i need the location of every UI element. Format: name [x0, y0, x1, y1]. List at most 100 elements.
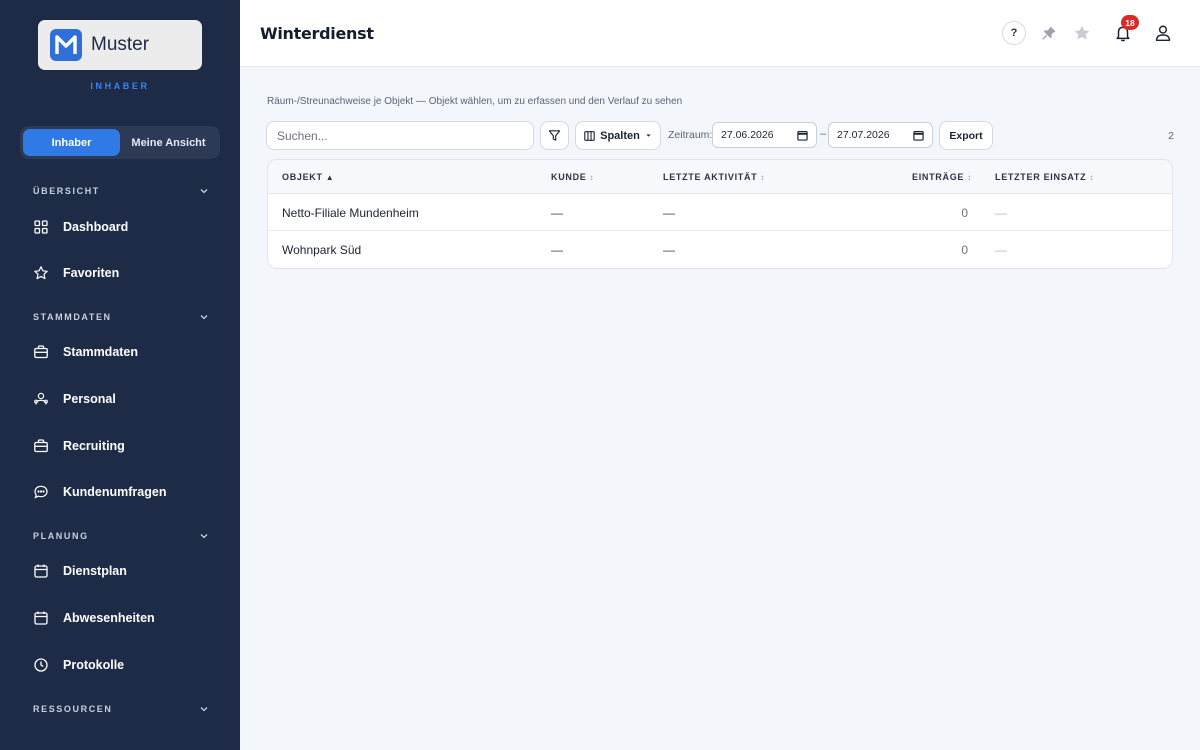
top-header: Winterdienst ? 18 [240, 0, 1200, 67]
objects-table: OBJEKT ▲ KUNDE ↕ LETZTE AKTIVITÄT ↕ EINT… [267, 159, 1173, 269]
sidebar-item-label: Protokolle [63, 658, 125, 672]
cell-object: Wohnpark Süd [282, 243, 362, 257]
columns-button[interactable]: Spalten [575, 121, 661, 150]
date-range-label: Zeitraum: [668, 129, 713, 141]
help-button[interactable]: ? [1002, 21, 1026, 45]
sort-icon: ↕ [760, 172, 765, 182]
logo-text: Muster [91, 34, 150, 55]
section-planning[interactable]: PLANUNG [33, 531, 209, 541]
chevron-down-icon [200, 707, 208, 712]
column-header-customer[interactable]: KUNDE ↕ [551, 172, 594, 182]
column-header-label: OBJEKT [282, 172, 323, 182]
sidebar-item-stammdaten[interactable]: Stammdaten [33, 342, 138, 362]
section-overview[interactable]: ÜBERSICHT [33, 186, 209, 196]
cell-customer: — [551, 243, 563, 257]
favorite-button[interactable] [1070, 21, 1094, 45]
sidebar-item-label: Kundenumfragen [63, 485, 167, 499]
briefcase-icon [34, 439, 48, 453]
star-icon [1074, 25, 1090, 40]
chevron-down-icon [200, 189, 208, 194]
star-icon [34, 266, 48, 280]
view-option-my-view[interactable]: Meine Ansicht [120, 129, 217, 156]
sidebar-item-surveys[interactable]: Kundenumfragen [33, 482, 166, 502]
sort-icon: ↕ [1089, 172, 1094, 182]
pin-button[interactable] [1037, 21, 1061, 45]
chat-icon [34, 485, 48, 499]
sidebar-item-label: Recruiting [63, 439, 125, 453]
pin-icon [1042, 26, 1056, 40]
table-header: OBJEKT ▲ KUNDE ↕ LETZTE AKTIVITÄT ↕ EINT… [268, 160, 1172, 194]
search-input[interactable] [266, 121, 534, 150]
columns-button-label: Spalten [600, 129, 640, 142]
sort-icon: ↕ [589, 172, 594, 182]
column-header-label: KUNDE [551, 172, 587, 182]
view-switch: Inhaber Meine Ansicht [20, 126, 220, 159]
section-resources[interactable]: RESSOURCEN [33, 704, 209, 714]
grid-icon [34, 220, 48, 234]
cell-entries: 0 [961, 243, 968, 257]
table-row[interactable]: Wohnpark Süd — — 0 — [268, 231, 1172, 268]
cell-last-deployment: — [995, 206, 1007, 220]
sidebar-item-label: Stammdaten [63, 345, 139, 359]
date-from-input[interactable]: 27.06.2026 [712, 122, 817, 148]
column-header-last-activity[interactable]: LETZTE AKTIVITÄT ↕ [663, 172, 764, 182]
sidebar-item-recruiting[interactable]: Recruiting [33, 436, 125, 456]
sidebar-item-label: Dienstplan [63, 564, 127, 578]
column-header-label: LETZTE AKTIVITÄT [663, 172, 758, 182]
users-icon [34, 392, 48, 405]
sidebar-item-absences[interactable]: Abwesenheiten [33, 608, 155, 628]
cell-last-deployment: — [995, 243, 1007, 257]
sidebar-item-label: Abwesenheiten [63, 611, 155, 625]
user-icon [1155, 25, 1171, 42]
cell-customer: — [551, 206, 563, 220]
filter-icon [548, 130, 561, 141]
column-header-last-deployment[interactable]: LETZTER EINSATZ ↕ [995, 172, 1093, 182]
sidebar-item-favorites[interactable]: Favoriten [33, 263, 119, 283]
cell-object: Netto-Filiale Mundenheim [282, 206, 419, 220]
role-label: INHABER [90, 81, 150, 91]
date-separator: – [820, 128, 827, 140]
date-to-value: 27.07.2026 [837, 129, 890, 141]
chevron-down-icon [200, 534, 208, 539]
date-to-input[interactable]: 27.07.2026 [828, 122, 933, 148]
cell-last-activity: — [663, 243, 675, 257]
export-button[interactable]: Export [939, 121, 993, 150]
columns-icon [584, 130, 595, 141]
notification-badge: 18 [1121, 15, 1139, 30]
section-label: PLANUNG [33, 531, 89, 541]
logo[interactable]: Muster [38, 20, 202, 70]
clock-icon [34, 658, 48, 672]
column-header-entries[interactable]: EINTRÄGE ↕ [912, 172, 971, 182]
calendar-icon [34, 611, 48, 625]
sort-asc-icon: ▲ [325, 172, 334, 182]
user-menu-button[interactable] [1151, 21, 1175, 45]
sidebar: Muster INHABER Inhaber Meine Ansicht ÜBE… [0, 0, 240, 750]
sidebar-item-personal[interactable]: Personal [33, 389, 116, 409]
chevron-down-icon [200, 315, 208, 320]
calendar-picker-icon[interactable] [797, 130, 808, 141]
sidebar-item-label: Favoriten [63, 266, 120, 280]
calendar-picker-icon[interactable] [913, 130, 924, 141]
cell-last-activity: — [663, 206, 675, 220]
view-option-owner[interactable]: Inhaber [23, 129, 120, 156]
filter-button[interactable] [540, 121, 569, 150]
section-master-data[interactable]: STAMMDATEN [33, 312, 209, 322]
page-subtitle: Räum-/Streunachweise je Objekt — Objekt … [267, 96, 683, 107]
sidebar-item-dienstplan[interactable]: Dienstplan [33, 561, 127, 581]
sidebar-item-dashboard[interactable]: Dashboard [33, 217, 128, 237]
help-icon: ? [1010, 27, 1018, 39]
sidebar-item-protocols[interactable]: Protokolle [33, 655, 124, 675]
section-label: ÜBERSICHT [33, 186, 100, 196]
cell-entries: 0 [961, 206, 968, 220]
date-from-value: 27.06.2026 [721, 129, 774, 141]
sidebar-item-label: Dashboard [63, 220, 129, 234]
column-header-label: LETZTER EINSATZ [995, 172, 1087, 182]
column-header-object[interactable]: OBJEKT ▲ [282, 172, 334, 182]
logo-m-icon [50, 29, 82, 61]
section-label: STAMMDATEN [33, 312, 112, 322]
table-row[interactable]: Netto-Filiale Mundenheim — — 0 — [268, 194, 1172, 231]
sort-icon: ↕ [967, 172, 972, 182]
page-title: Winterdienst [260, 24, 374, 43]
notifications-button[interactable]: 18 [1111, 15, 1139, 45]
briefcase-icon [34, 345, 48, 359]
